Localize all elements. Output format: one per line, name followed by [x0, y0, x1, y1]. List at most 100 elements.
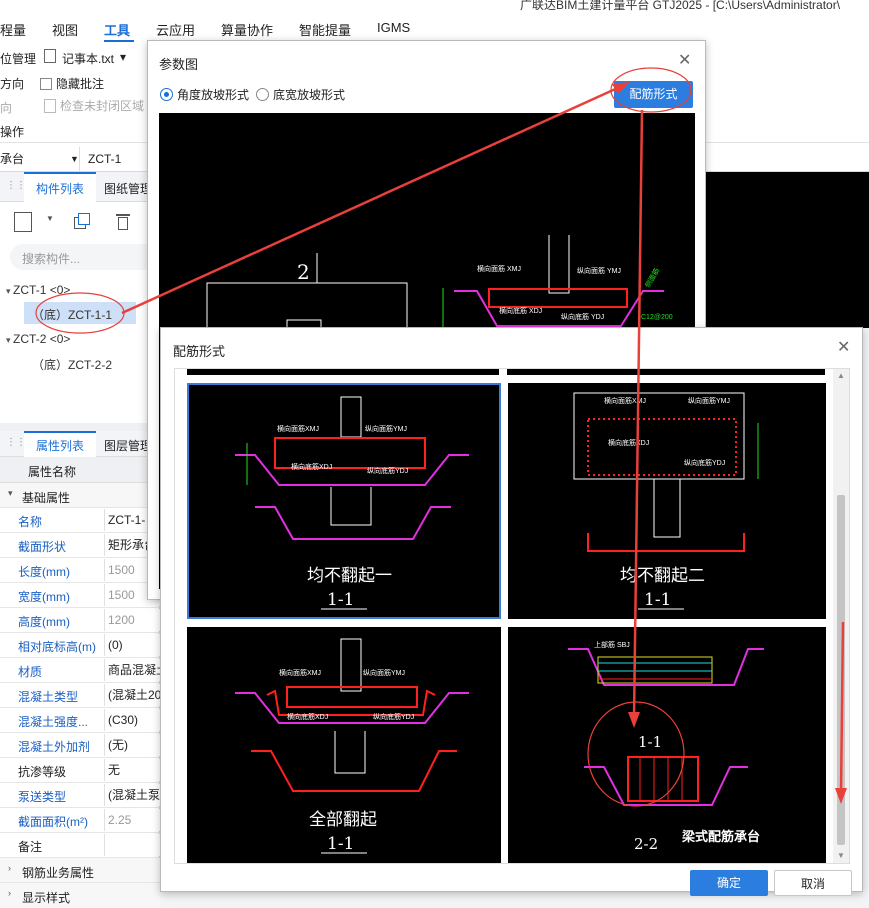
- property-row[interactable]: 宽度(mm) 1500: [0, 583, 160, 608]
- delete-icon[interactable]: [115, 212, 131, 232]
- property-row[interactable]: 长度(mm) 1500: [0, 558, 160, 583]
- title-bar: 广联达BIM土建计量平台 GTJ2025 - [C:\Users\Adminis…: [0, 0, 869, 14]
- option-all-bend[interactable]: 横向面筋XMJ 纵向面筋YMJ 横向底筋XDJ 纵向底筋YDJ 全部翻起 1-1: [187, 627, 501, 863]
- ok-button[interactable]: 确定: [690, 870, 768, 896]
- property-value[interactable]: 无: [104, 759, 160, 781]
- tab-collaboration[interactable]: 算量协作: [221, 20, 273, 39]
- label-c12: C12@200: [641, 314, 673, 321]
- option-name: 全部翻起: [309, 810, 377, 830]
- hide-annotation-checkbox[interactable]: 隐藏批注: [40, 75, 104, 92]
- property-row[interactable]: 抗渗等级 无: [0, 758, 160, 783]
- property-value[interactable]: (C30): [104, 709, 160, 731]
- property-value[interactable]: 2.25: [104, 809, 160, 831]
- drag-handle-icon: ⋮⋮: [6, 437, 26, 448]
- tab-view[interactable]: 视图: [52, 20, 78, 39]
- splitter[interactable]: [0, 423, 160, 431]
- property-row[interactable]: 材质 商品混凝土: [0, 658, 160, 683]
- label-hxmj: 横向面筋 XMJ: [477, 264, 521, 273]
- property-row[interactable]: 相对底标高(m) (0): [0, 633, 160, 658]
- tree-item-zct1-1[interactable]: （底）ZCT-1-1: [24, 302, 136, 324]
- property-value[interactable]: 1200: [104, 609, 160, 631]
- component-tabs: ⋮⋮ 构件列表 图纸管理: [0, 172, 160, 202]
- label-hxdj: 横向底筋 XDJ: [499, 306, 542, 315]
- property-value[interactable]: (混凝土20: [104, 684, 160, 706]
- scroll-up-icon[interactable]: ▲: [837, 371, 845, 380]
- label-side: 侧面筋: [643, 266, 661, 289]
- direction-button[interactable]: 方向: [0, 75, 24, 92]
- property-row[interactable]: 混凝土类型 (混凝土20: [0, 683, 160, 708]
- svg-text:横向底筋XDJ: 横向底筋XDJ: [287, 712, 328, 721]
- tab-drawing-manage[interactable]: 图纸管理: [104, 180, 152, 197]
- dialog-title: 配筋形式: [173, 344, 226, 359]
- property-row[interactable]: 混凝土强度... (C30): [0, 708, 160, 733]
- scroll-down-icon[interactable]: ▼: [837, 851, 845, 860]
- option-no-bend-one[interactable]: 横向面筋XMJ 纵向面筋YMJ 横向底筋XDJ 纵向底筋YDJ 均不翻起一 1-…: [187, 383, 501, 619]
- section-rebar-properties[interactable]: › 钢筋业务属性: [0, 858, 160, 883]
- rebar-form-button[interactable]: 配筋形式: [614, 81, 693, 108]
- close-icon[interactable]: ✕: [837, 337, 850, 357]
- option-beam-type[interactable]: 上部筋 SBJ 1-1 2-2 梁式配筋承台: [508, 627, 826, 863]
- option-scrollbar[interactable]: ▲ ▼: [833, 369, 849, 863]
- tab-component-list[interactable]: 构件列表: [24, 172, 97, 202]
- property-row[interactable]: 高度(mm) 1200: [0, 608, 160, 633]
- new-component-icon[interactable]: [14, 212, 32, 232]
- drawing-canvas[interactable]: [705, 172, 869, 328]
- tree-item-zct2-2[interactable]: （底）ZCT-2-2: [32, 356, 112, 373]
- property-row[interactable]: 截面形状 矩形承台: [0, 533, 160, 558]
- tab-cloud[interactable]: 云应用: [156, 20, 195, 39]
- svg-text:横向面筋XMJ: 横向面筋XMJ: [604, 396, 646, 405]
- property-value[interactable]: 商品混凝土: [104, 659, 160, 681]
- tab-smart-extract[interactable]: 智能提量: [299, 20, 351, 39]
- property-name: 名称: [18, 515, 43, 529]
- drawing-number: 2: [297, 260, 310, 284]
- property-row[interactable]: 混凝土外加剂 (无): [0, 733, 160, 758]
- check-unclosed-area-button[interactable]: 检查未封闭区域: [44, 97, 144, 114]
- scroll-thumb[interactable]: [837, 495, 845, 845]
- section-basic-properties[interactable]: ▾ 基础属性: [0, 483, 160, 508]
- option-drawing: 横向面筋XMJ 纵向面筋YMJ 横向底筋XDJ 纵向底筋YDJ 均不翻起二 1-…: [573, 392, 759, 610]
- tab-igms[interactable]: IGMS: [377, 20, 410, 35]
- property-row[interactable]: 备注: [0, 833, 160, 858]
- direction-button-2[interactable]: 向: [0, 99, 12, 116]
- close-icon[interactable]: ✕: [678, 50, 691, 70]
- radio-angle-slope[interactable]: 角度放坡形式: [160, 86, 249, 103]
- property-row[interactable]: 泵送类型 (混凝土泵): [0, 783, 160, 808]
- property-value[interactable]: (混凝土泵): [104, 784, 160, 806]
- svg-text:纵向底筋YDJ: 纵向底筋YDJ: [684, 458, 725, 467]
- option-name: 均不翻起二: [620, 566, 705, 586]
- tree-group-zct2[interactable]: ▾ ZCT-2 <0>: [6, 332, 70, 346]
- option-grid: 横向面筋XMJ 纵向面筋YMJ 横向底筋XDJ 纵向底筋YDJ 均不翻起一 1-…: [174, 368, 850, 864]
- component-select[interactable]: ZCT-1: [84, 147, 150, 171]
- tree-group-zct1[interactable]: ▾ ZCT-1 <0>: [6, 283, 70, 297]
- tab-property-list[interactable]: 属性列表: [24, 431, 97, 457]
- option-section: 1-1: [644, 590, 671, 610]
- svg-text:纵向面筋YMJ: 纵向面筋YMJ: [365, 424, 407, 433]
- section-display-style[interactable]: › 显示样式: [0, 883, 160, 908]
- copy-icon[interactable]: [72, 212, 92, 232]
- property-name: 截面形状: [18, 540, 67, 554]
- option-no-bend-two[interactable]: 横向面筋XMJ 纵向面筋YMJ 横向底筋XDJ 纵向底筋YDJ 均不翻起二 1-…: [508, 383, 826, 619]
- option-section: 1-1: [638, 733, 662, 751]
- component-search-input[interactable]: 搜索构件...: [10, 244, 160, 270]
- option-section: 1-1: [327, 590, 354, 610]
- notepad-button[interactable]: 记事本.txt: [62, 50, 114, 67]
- radio-width-slope[interactable]: 底宽放坡形式: [256, 86, 345, 103]
- property-header: 属性名称: [0, 457, 160, 483]
- component-type-select[interactable]: 承台 ▼: [0, 147, 80, 171]
- cad-rebar-magenta: [454, 290, 664, 327]
- chevron-down-icon[interactable]: ▾: [120, 50, 126, 64]
- tab-tools[interactable]: 工具: [104, 20, 130, 39]
- position-manage-button[interactable]: 位管理: [0, 50, 36, 67]
- tab-quantity[interactable]: 程量: [0, 20, 26, 39]
- property-row[interactable]: 截面面积(m²) 2.25: [0, 808, 160, 833]
- section-label: 基础属性: [22, 491, 71, 505]
- option-drawing: 横向面筋XMJ 纵向面筋YMJ 横向底筋XDJ 纵向底筋YDJ 均不翻起一 1-…: [235, 396, 469, 610]
- tab-layer-manage[interactable]: 图层管理: [104, 437, 152, 454]
- property-name: 泵送类型: [18, 790, 67, 804]
- property-value[interactable]: (无): [104, 734, 160, 756]
- chevron-down-icon[interactable]: ▼: [46, 214, 54, 223]
- property-row[interactable]: 名称 ZCT-1-: [0, 508, 160, 533]
- cancel-button[interactable]: 取消: [774, 870, 852, 896]
- property-value[interactable]: (0): [104, 634, 160, 656]
- property-value[interactable]: [104, 834, 160, 856]
